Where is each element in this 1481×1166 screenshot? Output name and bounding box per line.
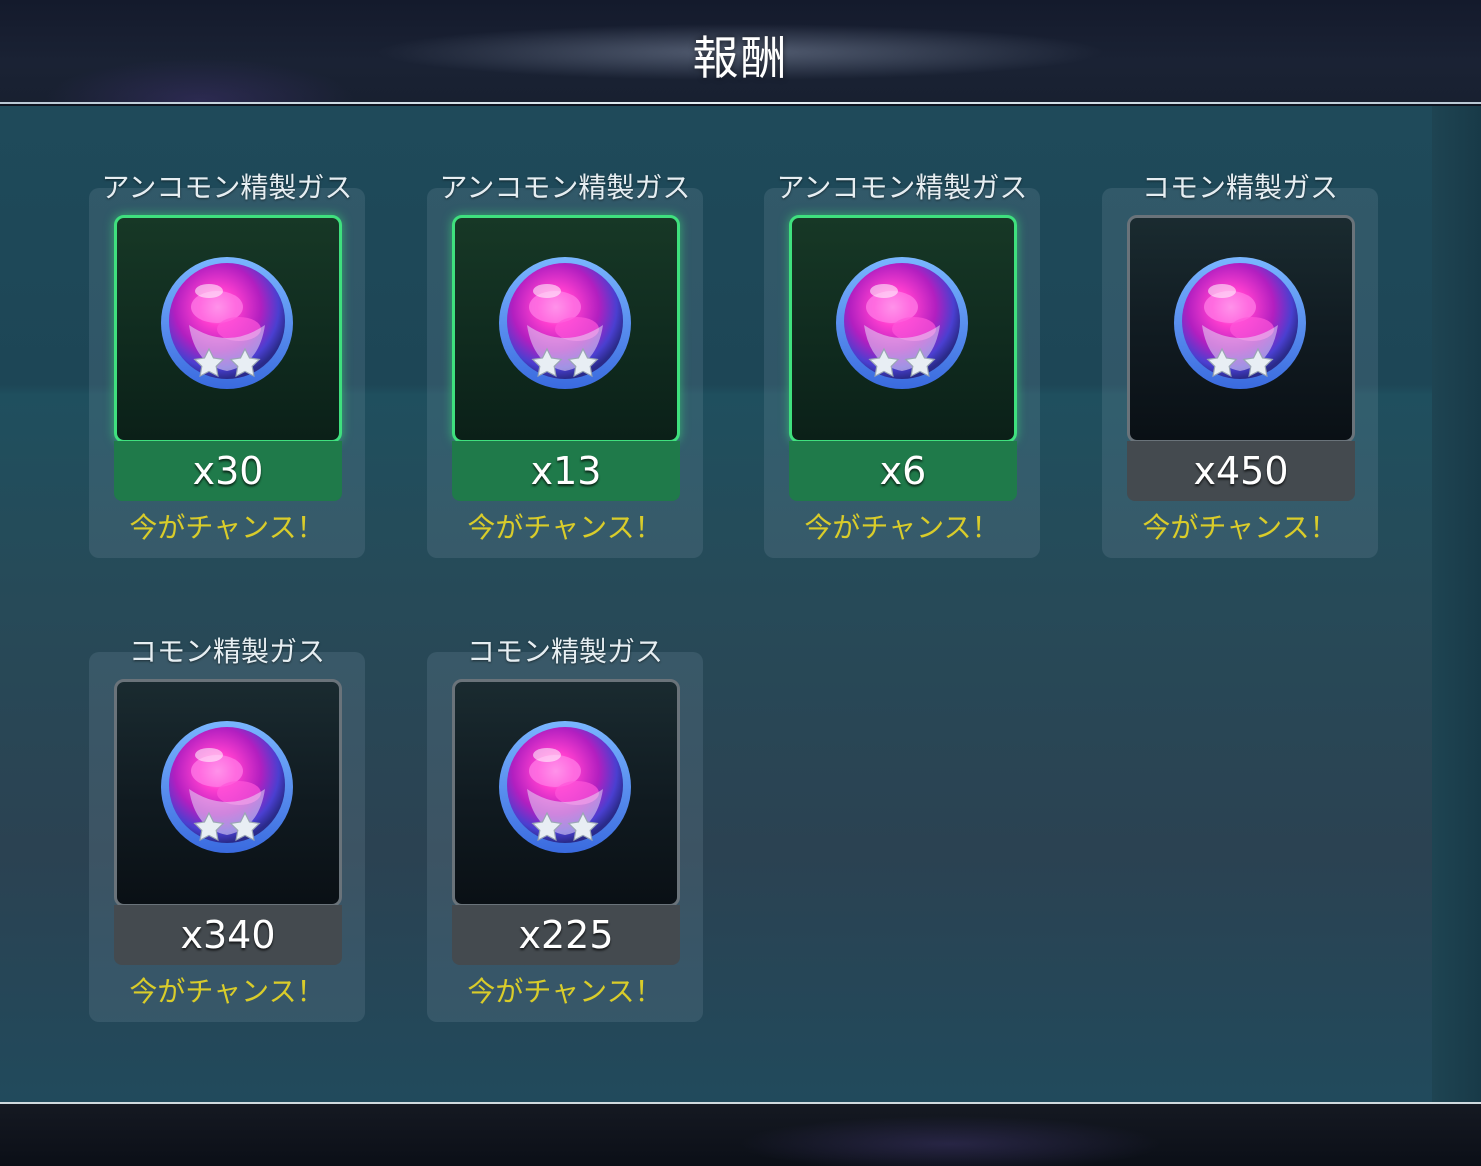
reward-name: コモン精製ガス bbox=[128, 635, 325, 668]
reward-card[interactable]: アンコモン精製ガス x13 今がチャンス！ bbox=[427, 166, 703, 576]
reward-card[interactable]: コモン精製ガス x340 今がチャンス！ bbox=[89, 630, 365, 1040]
reward-quantity: x450 bbox=[1127, 441, 1355, 501]
refined-gas-icon bbox=[499, 257, 631, 389]
reward-note: 今がチャンス！ bbox=[1142, 511, 1338, 544]
reward-name: コモン精製ガス bbox=[466, 635, 663, 668]
refined-gas-icon bbox=[161, 257, 293, 389]
reward-icon-frame bbox=[452, 679, 680, 907]
reward-note: 今がチャンス！ bbox=[467, 975, 663, 1008]
reward-quantity: x225 bbox=[452, 905, 680, 965]
footer-bar bbox=[0, 1104, 1481, 1166]
reward-name: コモン精製ガス bbox=[1141, 171, 1338, 204]
reward-card[interactable]: アンコモン精製ガス x6 今がチャンス！ bbox=[764, 166, 1040, 576]
refined-gas-icon bbox=[836, 257, 968, 389]
reward-quantity: x30 bbox=[114, 441, 342, 501]
reward-quantity: x340 bbox=[114, 905, 342, 965]
reward-note: 今がチャンス！ bbox=[129, 975, 325, 1008]
reward-quantity: x6 bbox=[789, 441, 1017, 501]
reward-note: 今がチャンス！ bbox=[467, 511, 663, 544]
reward-icon-frame bbox=[114, 215, 342, 443]
reward-icon-frame bbox=[789, 215, 1017, 443]
reward-card[interactable]: コモン精製ガス x225 今がチャンス！ bbox=[427, 630, 703, 1040]
reward-note: 今がチャンス！ bbox=[129, 511, 325, 544]
refined-gas-icon bbox=[1174, 257, 1306, 389]
reward-name: アンコモン精製ガス bbox=[101, 171, 353, 204]
reward-quantity: x13 bbox=[452, 441, 680, 501]
reward-note: 今がチャンス！ bbox=[804, 511, 1000, 544]
header-bar: 報酬 bbox=[0, 0, 1481, 104]
reward-card[interactable]: コモン精製ガス x450 今がチャンス！ bbox=[1102, 166, 1378, 576]
page-title: 報酬 bbox=[692, 31, 789, 85]
reward-name: アンコモン精製ガス bbox=[776, 171, 1028, 204]
refined-gas-icon bbox=[161, 721, 293, 853]
reward-icon-frame bbox=[452, 215, 680, 443]
panel-edge bbox=[1432, 106, 1481, 1102]
refined-gas-icon bbox=[499, 721, 631, 853]
reward-name: アンコモン精製ガス bbox=[439, 171, 691, 204]
reward-icon-frame bbox=[1127, 215, 1355, 443]
reward-card[interactable]: アンコモン精製ガス x30 今がチャンス！ bbox=[89, 166, 365, 576]
reward-icon-frame bbox=[114, 679, 342, 907]
